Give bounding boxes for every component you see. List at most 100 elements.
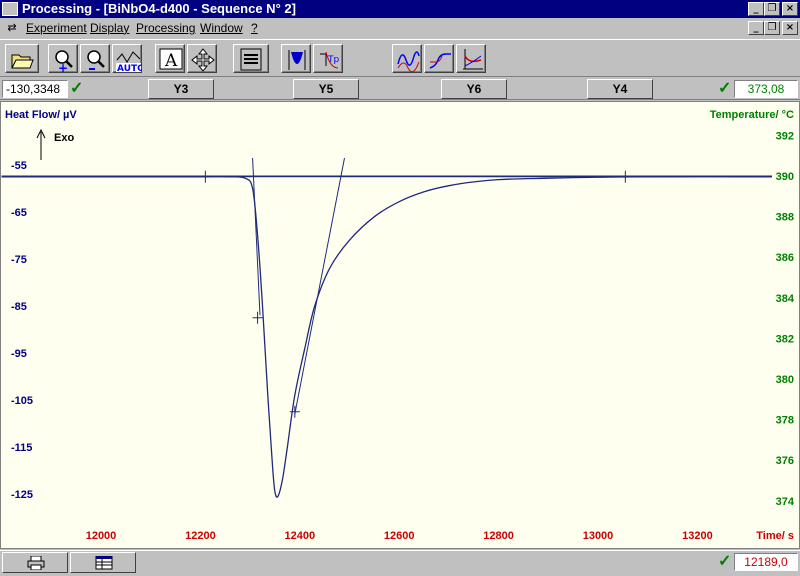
window-title: Processing - [BiNbO4-d400 - Sequence N° … (22, 1, 296, 16)
doc-restore-button[interactable]: ❐ (764, 21, 780, 35)
x-tick-label: 12000 (86, 530, 117, 542)
x-tick-label: 12200 (185, 530, 216, 542)
document-window-controls: _ ❐ × (748, 21, 798, 35)
x-tick-label: 12600 (384, 530, 415, 542)
y-tick-label: -65 (11, 207, 27, 219)
document-system-icon[interactable]: ⇄ (4, 21, 20, 35)
toolbar: + AUTO A Tp (0, 39, 800, 77)
exo-label: Exo (54, 132, 74, 144)
table-button[interactable] (70, 552, 136, 573)
app-icon[interactable] (2, 2, 18, 16)
svg-text:Tp: Tp (327, 55, 339, 65)
restore-button[interactable]: ❐ (764, 2, 780, 16)
x-tick-label: 12400 (285, 530, 316, 542)
curve-icon (463, 49, 483, 70)
zoom-out-icon (87, 50, 105, 70)
left-checkmark-icon[interactable]: ✓ (70, 80, 83, 98)
right-cursor-value: 373,08 (734, 80, 798, 98)
y6-button[interactable]: Y6 (441, 79, 507, 99)
open-file-button[interactable] (5, 44, 39, 73)
auto-scale-icon: AUTO (116, 51, 142, 72)
layout-icon (240, 48, 262, 71)
y-right-tick-label: 374 (776, 496, 795, 508)
onset-icon: Tp (320, 51, 339, 69)
y-right-tick-label: 386 (776, 252, 794, 264)
menu-processing[interactable]: Processing (136, 18, 195, 38)
y5-button[interactable]: Y5 (293, 79, 359, 99)
window-controls: _ ❐ × (748, 2, 798, 16)
menu-experiment[interactable]: Experiment (26, 18, 87, 38)
time-cursor-value: 12189,0 (734, 553, 798, 571)
menu-help[interactable]: ? (251, 18, 258, 38)
y-right-tick-label: 376 (776, 455, 794, 467)
plot-area[interactable]: Heat Flow/ µV Temperature/ °C Exo Time/ … (0, 101, 800, 549)
curve-button-1[interactable] (392, 44, 422, 73)
y-tick-label: -125 (11, 489, 33, 501)
pan-button[interactable] (187, 44, 217, 73)
left-cursor-value: -130,3348 (2, 80, 68, 98)
left-axis-label: Heat Flow/ µV (5, 109, 77, 121)
svg-text:+: + (58, 61, 68, 72)
right-checkmark-icon[interactable]: ✓ (718, 80, 731, 98)
y-tick-label: -85 (11, 301, 27, 313)
auto-label: AUTO (117, 64, 142, 72)
cursor-marker (252, 311, 263, 324)
zoom-in-button[interactable]: + (48, 44, 78, 73)
endset-tangent-line (294, 157, 345, 415)
heat-flow-line (1, 176, 773, 498)
text-a-label: A (164, 51, 178, 71)
axis-selector-bar: -130,3348 ✓ Y3 Y5 Y6 Y4 ✓ 373,08 (0, 78, 800, 100)
status-bar: ✓ 12189,0 (0, 550, 800, 576)
doc-minimize-button[interactable]: _ (748, 21, 764, 35)
exo-arrow-icon (36, 128, 46, 160)
menu-display[interactable]: Display (90, 18, 129, 38)
folder-icon (11, 54, 34, 69)
app-window: Processing - [BiNbO4-d400 - Sequence N° … (0, 0, 800, 576)
print-button[interactable] (2, 552, 68, 573)
peak-area-icon (288, 50, 306, 70)
y-right-tick-label: 384 (776, 293, 795, 305)
x-tick-label: 12800 (483, 530, 514, 542)
right-axis-label: Temperature/ °C (710, 109, 794, 121)
peak-area-button[interactable] (281, 44, 311, 73)
x-tick-label: 13200 (682, 530, 713, 542)
zoom-out-button[interactable] (80, 44, 110, 73)
curve-icon (397, 51, 420, 72)
menu-bar: ⇄ Experiment Display Processing Window ?… (0, 18, 800, 38)
move-arrows-icon (191, 48, 215, 72)
y-tick-label: -75 (11, 254, 27, 266)
y-right-tick-label: 378 (776, 415, 794, 427)
minimize-button[interactable]: _ (748, 2, 764, 16)
y-right-tick-label: 388 (776, 212, 794, 224)
doc-close-button[interactable]: × (782, 21, 798, 35)
y3-button[interactable]: Y3 (148, 79, 214, 99)
y-tick-label: -95 (11, 348, 27, 360)
y-tick-label: -55 (11, 160, 27, 172)
curve-icon (429, 53, 451, 69)
y-right-tick-label: 390 (776, 171, 794, 183)
y4-button[interactable]: Y4 (587, 79, 653, 99)
zoom-in-icon: + (55, 50, 73, 72)
menu-window[interactable]: Window (200, 18, 243, 38)
table-icon (95, 556, 113, 570)
y-right-tick-label: 382 (776, 333, 794, 345)
y-right-tick-label: 392 (776, 130, 794, 142)
y-tick-label: -115 (11, 442, 32, 454)
auto-scale-button[interactable]: AUTO (112, 44, 142, 73)
x-axis-label: Time/ s (756, 530, 794, 542)
x-tick-label: 13000 (583, 530, 614, 542)
onset-tangent-line (252, 157, 261, 316)
printer-icon (27, 556, 45, 570)
y-tick-label: -105 (11, 395, 33, 407)
text-a-icon: A (159, 48, 183, 71)
status-checkmark-icon[interactable]: ✓ (718, 553, 731, 571)
text-annotation-button[interactable]: A (155, 44, 185, 73)
close-button[interactable]: × (782, 2, 798, 16)
onset-button[interactable]: Tp (313, 44, 343, 73)
cursor-marker (200, 170, 211, 183)
layout-button[interactable] (233, 44, 269, 73)
title-bar[interactable]: Processing - [BiNbO4-d400 - Sequence N° … (0, 0, 800, 18)
curve-button-3[interactable] (456, 44, 486, 73)
thermogram-chart[interactable]: Heat Flow/ µV Temperature/ °C Exo Time/ … (1, 102, 799, 548)
curve-button-2[interactable] (424, 44, 454, 73)
